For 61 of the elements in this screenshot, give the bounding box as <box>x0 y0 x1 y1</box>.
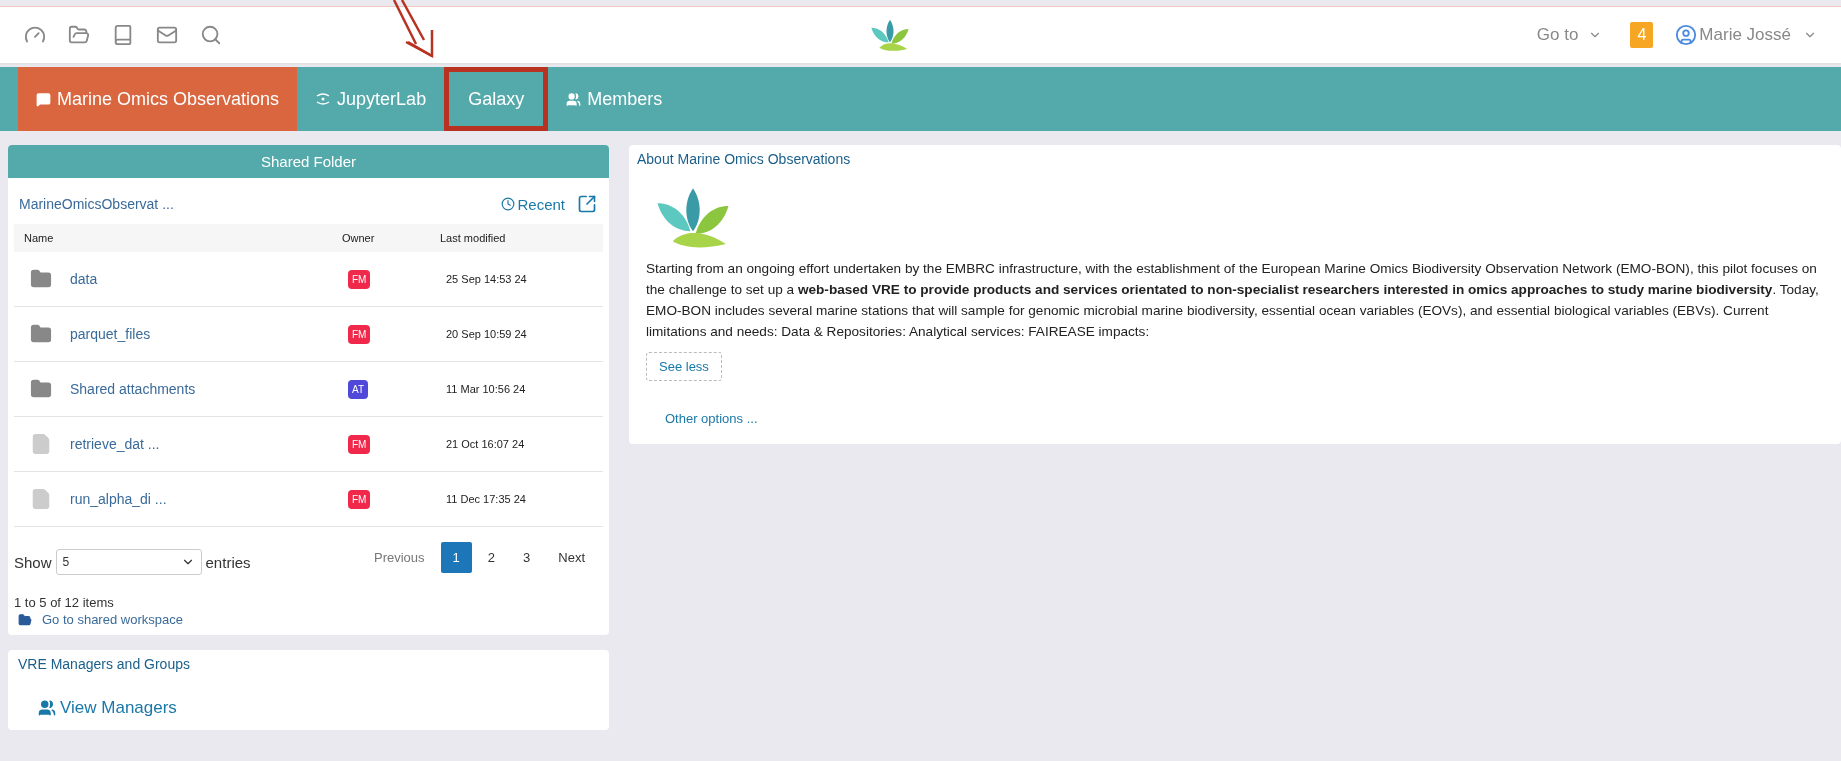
modified-date: 11 Dec 17:35 24 <box>446 493 527 505</box>
column-header: Owner <box>342 232 376 244</box>
page-button[interactable]: 3 <box>511 541 543 573</box>
view-managers-link[interactable]: View Managers <box>38 698 177 718</box>
page-button[interactable]: 2 <box>475 541 508 573</box>
owner-badge: AT <box>348 379 369 399</box>
folder-icon <box>30 323 52 345</box>
file-name-link[interactable]: retrieve_dat ... <box>70 436 160 452</box>
mail-icon[interactable] <box>156 24 178 46</box>
folder-icon <box>18 612 32 627</box>
people-icon <box>38 699 56 717</box>
nav-tab[interactable]: Galaxy <box>444 67 549 131</box>
owner-badge: FM <box>348 434 371 454</box>
items-summary: 1 to 5 of 12 items <box>13 594 115 610</box>
file-icon <box>30 488 52 510</box>
panel-title: About Marine Omics Observations <box>637 151 851 167</box>
file-name-link[interactable]: Shared attachments <box>70 381 196 397</box>
owner-badge: FM <box>348 324 371 344</box>
file-name-link[interactable]: data <box>70 271 98 287</box>
search-icon[interactable] <box>200 24 222 46</box>
owner-badge: FM <box>348 489 371 509</box>
file-icon <box>30 433 52 455</box>
modified-date: 25 Sep 14:53 24 <box>446 273 528 285</box>
modified-date: 11 Mar 10:56 24 <box>446 383 527 395</box>
logo-icon <box>870 18 911 52</box>
external-link-icon[interactable] <box>577 194 597 214</box>
jupyter-icon <box>315 91 332 107</box>
goto-menu[interactable]: Go to <box>1536 25 1603 45</box>
file-name-link[interactable]: parquet_files <box>70 326 151 342</box>
recent-link[interactable]: Recent <box>501 195 565 213</box>
user-menu[interactable]: Marie Jossé <box>1675 24 1817 46</box>
see-less-button[interactable]: See less <box>646 351 722 381</box>
next-button[interactable]: Next <box>546 541 597 573</box>
panel-title: VRE Managers and Groups <box>17 655 191 674</box>
avatar-icon <box>1675 24 1698 46</box>
show-label: Show <box>14 553 52 571</box>
column-header: Last modified <box>440 232 507 244</box>
owner-badge: FM <box>348 269 371 289</box>
folder-path-link[interactable]: MarineOmicsObservat ... <box>19 196 174 212</box>
clock-icon <box>501 197 516 211</box>
column-header: Name <box>24 232 55 244</box>
entries-select[interactable]: 5 <box>55 549 202 575</box>
panel-header: Shared Folder <box>8 145 609 178</box>
description-text: Starting from an ongoing effort undertaken by the EMBRC infrastructure, with the establishment of the European Marine Omics Biodiversity Observation Network (EMO-BON), this pilot focuses on the challenge to set up a web-based VRE to provide products and services orientated to non-specialist researchers interested in omics approaches to study marine biodiversity. Today, EMO-BON includes several marine stations that will sample for genomic microbial marine biodiversity, essential ocean variables (EOVs), and essential biological variables (EBVs). Current limitations and needs: Data & Repositories: Analytical services: FAIREASE impacts: <box>646 259 1820 341</box>
entries-label: entries <box>205 553 251 571</box>
nav-tab[interactable]: Marine Omics Observations <box>18 67 298 131</box>
folder-icon <box>30 378 52 400</box>
file-name-link[interactable]: run_alpha_di ... <box>70 491 167 507</box>
page-button[interactable]: 1 <box>440 541 472 573</box>
chat-icon <box>36 91 51 107</box>
other-options-link[interactable]: Other options ... <box>665 410 758 426</box>
nav-tab[interactable]: Members <box>548 67 681 131</box>
nav-tab[interactable]: JupyterLab <box>297 67 445 131</box>
folder-icon <box>30 268 52 290</box>
previous-button[interactable]: Previous <box>362 541 437 573</box>
folder-icon[interactable] <box>68 24 90 46</box>
book-icon[interactable] <box>112 24 134 46</box>
people-icon <box>566 91 582 107</box>
workspace-link[interactable]: Go to shared workspace <box>42 612 183 627</box>
modified-date: 20 Sep 10:59 24 <box>446 328 528 340</box>
modified-date: 21 Oct 16:07 24 <box>446 438 526 450</box>
